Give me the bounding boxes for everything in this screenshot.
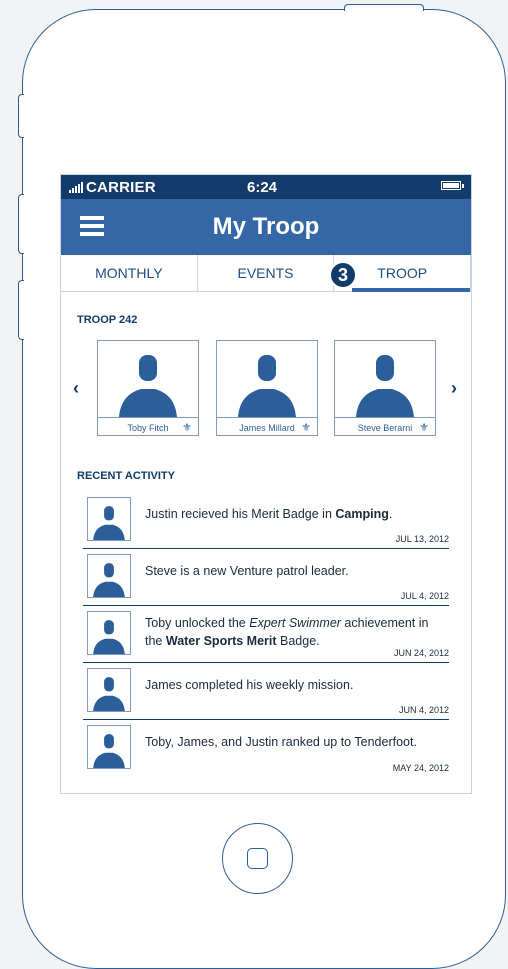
activity-text: Toby unlocked the Expert Swimmer achieve… [145,616,429,648]
activity-item[interactable]: Steve is a new Venture patrol leader. JU… [83,549,449,606]
activity-text: Toby, James, and Justin ranked up to Ten… [145,735,417,749]
avatar [335,341,435,417]
member-carousel: ‹ Toby Fitch ⚜ James Millard ⚜ Steve Berar… [61,340,471,460]
activity-item[interactable]: Toby, James, and Justin ranked up to Ten… [83,720,449,777]
avatar [87,554,131,598]
power-button [344,4,424,11]
recent-activity-heading: RECENT ACTIVITY [77,470,175,482]
avatar [217,341,317,417]
activity-list: Justin recieved his Merit Badge in Campi… [83,492,449,777]
fleur-de-lis-icon: ⚜ [419,422,429,434]
page-title: My Troop [212,213,320,240]
chevron-left-icon[interactable]: ‹ [73,378,79,399]
fleur-de-lis-icon: ⚜ [182,422,192,434]
activity-item[interactable]: Toby unlocked the Expert Swimmer achieve… [83,606,449,663]
home-button[interactable] [222,823,293,894]
tab-bar: MONTHLY EVENTS TROOP 3 [61,255,471,292]
fleur-de-lis-icon: ⚜ [301,422,311,434]
volume-up-button [18,194,24,254]
activity-date: MAY 24, 2012 [392,763,449,773]
status-bar: CARRIER 6:24 [61,175,471,199]
activity-date: JUL 13, 2012 [395,534,449,544]
avatar [87,497,131,541]
activity-date: JUL 4, 2012 [400,591,449,601]
tab-monthly[interactable]: MONTHLY [61,255,198,291]
activity-date: JUN 24, 2012 [393,648,449,658]
avatar [87,668,131,712]
member-card[interactable]: Toby Fitch ⚜ [97,340,199,436]
hamburger-menu-icon[interactable] [80,216,104,236]
mute-switch [18,94,24,138]
troop-heading: TROOP 242 [77,314,138,326]
tab-events[interactable]: EVENTS [198,255,335,291]
activity-item[interactable]: Justin recieved his Merit Badge in Campi… [83,492,449,549]
app-screen: CARRIER 6:24 My Troop MONTHLY EVENTS TRO… [60,174,472,794]
chevron-right-icon[interactable]: › [451,378,457,399]
nav-bar: My Troop [61,199,471,255]
activity-text: Justin recieved his Merit Badge in Campi… [145,507,393,521]
activity-item[interactable]: James completed his weekly mission. JUN … [83,663,449,720]
avatar [87,725,131,769]
member-card[interactable]: Steve Berarni ⚜ [334,340,436,436]
member-card[interactable]: James Millard ⚜ [216,340,318,436]
activity-date: JUN 4, 2012 [398,705,449,715]
member-name: James Millard [239,422,295,433]
avatar [87,611,131,655]
activity-text: Steve is a new Venture patrol leader. [145,564,349,578]
signal-icon [69,181,83,193]
avatar [98,341,198,417]
battery-icon [441,181,464,190]
home-square-icon [247,848,268,869]
activity-text: James completed his weekly mission. [145,678,354,692]
step-number-badge: 3 [329,261,357,289]
member-name: Toby Fitch [127,422,169,433]
clock: 6:24 [247,179,278,196]
volume-down-button [18,280,24,340]
carrier-label: CARRIER [86,178,156,196]
member-name: Steve Berarni [357,422,413,433]
